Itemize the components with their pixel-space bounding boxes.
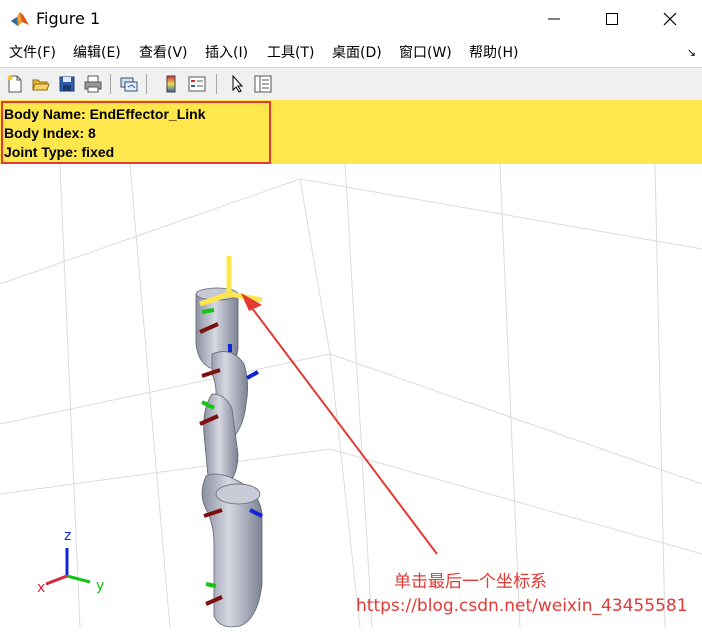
edit-plot-pointer-icon bbox=[232, 75, 244, 93]
robot-arm[interactable] bbox=[195, 287, 263, 628]
triad-x-label: x bbox=[37, 580, 46, 596]
figure-toolbar bbox=[0, 67, 702, 101]
save-icon bbox=[59, 76, 75, 92]
edit-plot-button[interactable] bbox=[226, 73, 248, 95]
matlab-logo-icon bbox=[10, 9, 30, 29]
menu-window[interactable]: 窗口(W) bbox=[399, 44, 452, 62]
window-title: Figure 1 bbox=[36, 9, 101, 28]
maximize-button[interactable] bbox=[584, 0, 640, 38]
insert-legend-button[interactable] bbox=[186, 73, 208, 95]
axes-triad bbox=[45, 548, 91, 586]
menu-insert[interactable]: 插入(I) bbox=[205, 44, 248, 62]
toolbar-separator bbox=[216, 74, 217, 94]
close-icon bbox=[663, 12, 677, 26]
menu-edit[interactable]: 编辑(E) bbox=[73, 44, 121, 62]
minimize-icon bbox=[548, 18, 560, 20]
datatip-panel: Body Name: EndEffector_Link Body Index: … bbox=[0, 100, 702, 164]
open-file-button[interactable] bbox=[30, 73, 52, 95]
annotation-caption: 单击最后一个坐标系 bbox=[394, 572, 547, 592]
insert-colorbar-button[interactable] bbox=[160, 73, 182, 95]
menu-view[interactable]: 查看(V) bbox=[139, 44, 188, 62]
menu-desktop[interactable]: 桌面(D) bbox=[332, 44, 382, 62]
menu-help[interactable]: 帮助(H) bbox=[469, 44, 518, 62]
toolbar-separator bbox=[110, 74, 111, 94]
insert-colorbar-icon bbox=[166, 75, 176, 93]
link-plot-icon bbox=[120, 77, 138, 92]
open-file-icon bbox=[32, 79, 50, 91]
datatip-joint-type: Joint Type: fixed bbox=[4, 144, 115, 160]
maximize-icon bbox=[606, 13, 618, 25]
dock-figure-button[interactable]: ↘ bbox=[687, 46, 696, 59]
annotation-arrow bbox=[241, 293, 438, 555]
triad-y-label: y bbox=[96, 578, 105, 594]
menu-bar: 文件(F) 编辑(E) 查看(V) 插入(I) 工具(T) 桌面(D) 窗口(W… bbox=[0, 38, 702, 67]
scene-3d bbox=[0, 163, 702, 629]
insert-legend-icon bbox=[188, 76, 206, 92]
close-button[interactable] bbox=[642, 0, 698, 38]
property-inspector-icon bbox=[254, 75, 272, 93]
toolbar-separator bbox=[146, 74, 147, 94]
save-button[interactable] bbox=[56, 73, 78, 95]
print-icon bbox=[84, 75, 102, 93]
axes-grid bbox=[0, 163, 702, 629]
menu-tools[interactable]: 工具(T) bbox=[267, 44, 314, 62]
property-inspector-button[interactable] bbox=[252, 73, 274, 95]
watermark: https://blog.csdn.net/weixin_43455581 bbox=[356, 596, 688, 616]
title-bar: Figure 1 bbox=[0, 0, 702, 38]
triad-z-label: z bbox=[64, 528, 72, 544]
link-plot-button[interactable] bbox=[118, 73, 140, 95]
plot-axes[interactable]: z x y 单击最后一个坐标系 https://blog.csdn.net/we… bbox=[0, 163, 702, 629]
minimize-button[interactable] bbox=[526, 0, 582, 38]
print-button[interactable] bbox=[82, 73, 104, 95]
new-figure-icon bbox=[7, 75, 22, 93]
new-figure-button[interactable] bbox=[4, 73, 26, 95]
datatip-body-name: Body Name: EndEffector_Link bbox=[4, 106, 206, 122]
datatip-body-index: Body Index: 8 bbox=[4, 125, 96, 141]
menu-file[interactable]: 文件(F) bbox=[9, 44, 56, 62]
